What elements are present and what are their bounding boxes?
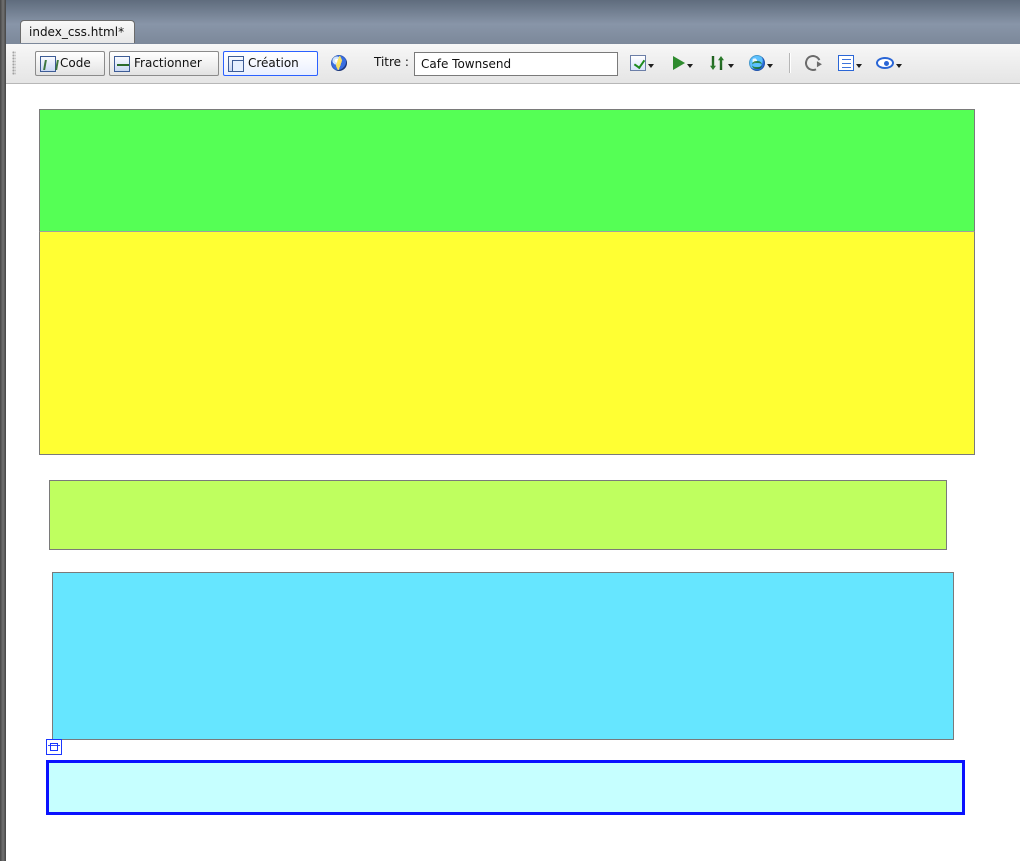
split-view-label: Fractionner <box>134 56 202 70</box>
validate-markup-icon <box>630 55 646 71</box>
dropdown-arrow-icon <box>896 64 902 68</box>
preview-button[interactable] <box>666 54 698 72</box>
dropdown-arrow-icon <box>687 64 693 68</box>
toolbar-separator <box>789 53 790 73</box>
preview-in-browser-icon <box>673 56 685 70</box>
yellow-block[interactable] <box>39 231 975 455</box>
design-canvas[interactable] <box>6 84 1020 861</box>
document-tab-title: index_css.html* <box>29 25 125 39</box>
toolbar-grip[interactable] <box>12 51 16 75</box>
dropdown-arrow-icon <box>856 64 862 68</box>
design-view-label: Création <box>248 56 299 70</box>
document-toolbar: Code Fractionner Création Titre : <box>6 44 1020 84</box>
document-tabstrip: index_css.html* <box>6 0 1020 45</box>
refresh-button[interactable] <box>802 52 824 74</box>
code-view-icon <box>40 55 56 72</box>
lightgreen-block[interactable] <box>49 480 947 550</box>
live-view-button[interactable] <box>330 54 348 72</box>
view-options-icon <box>838 55 854 71</box>
page-title-input[interactable] <box>414 52 618 76</box>
green-block[interactable] <box>39 109 975 231</box>
split-view-icon <box>114 55 130 72</box>
selected-block[interactable] <box>46 760 965 815</box>
selection-handle-icon[interactable] <box>46 739 62 755</box>
refresh-icon <box>802 52 824 74</box>
code-view-label: Code <box>60 56 91 70</box>
dropdown-arrow-icon <box>728 64 734 68</box>
validate-markup-button[interactable] <box>626 54 658 72</box>
document-tab[interactable]: index_css.html* <box>20 20 136 43</box>
dropdown-arrow-icon <box>767 64 773 68</box>
editor-window: index_css.html* Code Fractionner Créatio… <box>0 0 1020 861</box>
visual-aids-icon <box>876 57 894 69</box>
visual-aids-button[interactable] <box>871 54 907 72</box>
cyan-block[interactable] <box>52 572 954 740</box>
live-view-icon <box>331 55 347 71</box>
dropdown-arrow-icon <box>648 64 654 68</box>
browser-check-button[interactable] <box>746 54 776 72</box>
file-management-icon <box>708 55 726 71</box>
design-view-button[interactable]: Création <box>223 51 318 76</box>
file-management-button[interactable] <box>704 54 738 72</box>
design-view-icon <box>228 55 244 72</box>
split-view-button[interactable]: Fractionner <box>109 51 219 76</box>
browser-check-icon <box>749 55 765 71</box>
code-view-button[interactable]: Code <box>35 51 105 76</box>
view-options-button[interactable] <box>834 54 866 72</box>
page-title-label: Titre : <box>374 55 409 69</box>
